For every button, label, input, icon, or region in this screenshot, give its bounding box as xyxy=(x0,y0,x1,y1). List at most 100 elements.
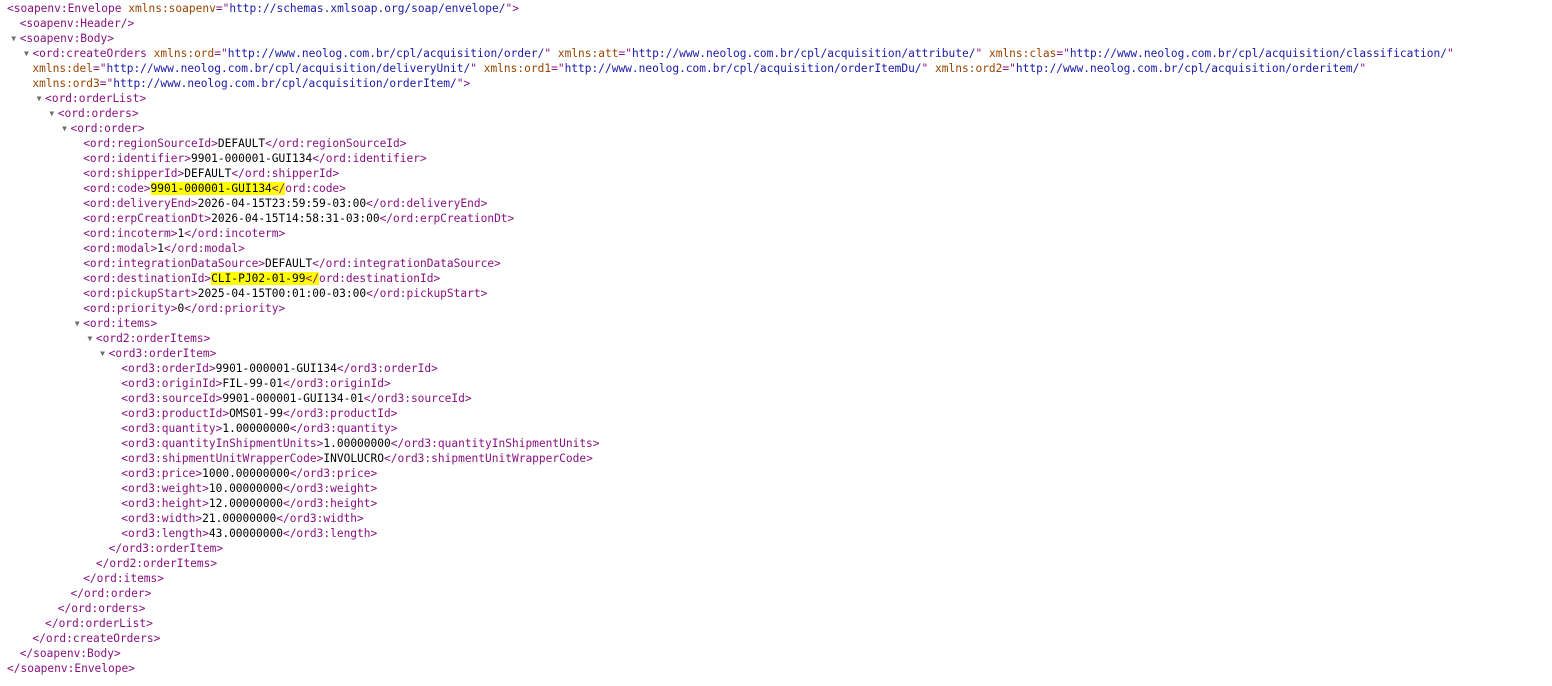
xml-attribute-name: xmlns:clas xyxy=(988,47,1057,60)
xml-tag: <ord3:orderItem> xyxy=(108,347,217,360)
xml-tag: </ord3:quantity> xyxy=(289,422,398,435)
xml-tag: <ord:code> xyxy=(83,182,151,195)
xml-tag: =" xyxy=(93,62,107,75)
xml-line-content: <ord:orders> xyxy=(58,106,139,121)
xml-line-content: <soapenv:Header/> xyxy=(20,16,135,31)
xml-tag: <ord:priority> xyxy=(83,302,178,315)
xml-attribute-value: http://schemas.xmlsoap.org/soap/envelope… xyxy=(229,2,506,15)
xml-tag: " xyxy=(470,62,477,75)
xml-tag: <ord:order> xyxy=(70,122,145,135)
xml-line[interactable]: ▼ <ord:createOrders xmlns:ord="http://www… xyxy=(0,46,1552,61)
xml-attribute-name: xmlns:ord2 xyxy=(935,62,1003,75)
xml-attribute-value: http://www.neolog.com.br/cpl/acquisition… xyxy=(1069,47,1447,60)
xml-line-content: <ord3:orderItem> xyxy=(109,346,217,361)
xml-text-value: 9901-000001-GUI134 xyxy=(215,362,337,375)
triangle-down-icon[interactable]: ▼ xyxy=(21,46,31,61)
xml-tag: </ord:integrationDataSource> xyxy=(312,257,501,270)
triangle-down-icon[interactable]: ▼ xyxy=(85,331,95,346)
xml-tag: <ord2:orderItems> xyxy=(95,332,211,345)
xml-line-content: <ord3:sourceId>9901-000001-GUI134-01</or… xyxy=(121,391,471,406)
xml-line: xmlns:ord3="http://www.neolog.com.br/cpl… xyxy=(0,76,1552,91)
xml-line: <ord:regionSourceId>DEFAULT</ord:regionS… xyxy=(0,136,1552,151)
xml-line-content: <ord:incoterm>1</ord:incoterm> xyxy=(83,226,285,241)
xml-line: <ord:priority>0</ord:priority> xyxy=(0,301,1552,316)
xml-line-content: <ord:orderList> xyxy=(45,91,146,106)
xml-tag: </ord2:orderItems> xyxy=(95,557,218,570)
xml-line[interactable]: ▼ <soapenv:Body> xyxy=(0,31,1552,46)
xml-line-content: </ord:items> xyxy=(83,571,164,586)
highlighted-xml-text-value: 9901-000001-GUI134 xyxy=(150,182,272,195)
xml-line[interactable]: ▼ <ord3:orderItem> xyxy=(0,346,1552,361)
xml-tag: <ord:orderList> xyxy=(45,92,147,105)
xml-text-value: DEFAULT xyxy=(184,167,232,180)
xml-tag: =" xyxy=(215,2,230,15)
xml-line-content: </soapenv:Body> xyxy=(20,646,121,661)
xml-tag: =" xyxy=(99,77,114,90)
highlighted-xml-tag: </ xyxy=(305,272,319,285)
xml-line: <ord:erpCreationDt>2026-04-15T14:58:31-0… xyxy=(0,211,1552,226)
triangle-down-icon[interactable]: ▼ xyxy=(60,121,70,136)
xml-attribute-value: http://www.neolog.com.br/cpl/acquisition… xyxy=(106,62,471,75)
xml-tag: <ord3:price> xyxy=(121,467,203,480)
xml-line[interactable]: ▼ <ord2:orderItems> xyxy=(0,331,1552,346)
xml-line-content: <soapenv:Envelope xmlns:soapenv="http://… xyxy=(7,1,519,16)
xml-line-content: xmlns:ord3="http://www.neolog.com.br/cpl… xyxy=(32,76,470,91)
xml-line[interactable]: ▼ <ord:orders> xyxy=(0,106,1552,121)
xml-line-content: <ord:integrationDataSource>DEFAULT</ord:… xyxy=(83,256,501,271)
xml-tag: <ord:identifier> xyxy=(83,152,191,165)
xml-line: </soapenv:Body> xyxy=(0,646,1552,661)
xml-text-value: FIL-99-01 xyxy=(222,377,283,390)
triangle-down-icon[interactable]: ▼ xyxy=(72,316,82,331)
xml-line[interactable]: ▼ <ord:orderList> xyxy=(0,91,1552,106)
xml-line-content: </ord3:orderItem> xyxy=(109,541,224,556)
xml-text-value: 21.00000000 xyxy=(202,512,277,525)
xml-tag: </ord:shipperId> xyxy=(231,167,340,180)
xml-tag: </ord3:orderId> xyxy=(336,362,438,375)
xml-text-value: 12.00000000 xyxy=(208,497,283,510)
xml-tag: <ord:createOrders xyxy=(32,47,147,60)
xml-line: <soapenv:Envelope xmlns:soapenv="http://… xyxy=(0,1,1552,16)
xml-text-value xyxy=(477,62,484,75)
xml-text-value: 9901-000001-GUI134 xyxy=(190,152,313,165)
xml-tag: <ord3:shipmentUnitWrapperCode> xyxy=(121,452,324,465)
xml-tag: </ord:items> xyxy=(83,572,165,585)
xml-line: <ord:destinationId>CLI-PJ02-01-99</ord:d… xyxy=(0,271,1552,286)
xml-line: <ord3:orderId>9901-000001-GUI134</ord3:o… xyxy=(0,361,1552,376)
xml-line-content: <ord:deliveryEnd>2026-04-15T23:59:59-03:… xyxy=(83,196,487,211)
xml-line-content: <ord3:width>21.00000000</ord3:width> xyxy=(121,511,363,526)
xml-line: <ord:shipperId>DEFAULT</ord:shipperId> xyxy=(0,166,1552,181)
xml-line[interactable]: ▼ <ord:order> xyxy=(0,121,1552,136)
xml-text-value: 43.00000000 xyxy=(208,527,283,540)
xml-attribute-value: http://www.neolog.com.br/cpl/acquisition… xyxy=(1015,62,1360,75)
xml-tag: <ord3:height> xyxy=(121,497,209,510)
triangle-down-icon[interactable]: ▼ xyxy=(34,91,44,106)
xml-tag: =" xyxy=(551,62,565,75)
xml-line: <ord3:quantity>1.00000000</ord3:quantity… xyxy=(0,421,1552,436)
xml-line: <ord3:length>43.00000000</ord3:length> xyxy=(0,526,1552,541)
triangle-down-icon[interactable]: ▼ xyxy=(98,346,108,361)
xml-tag: </ord:regionSourceId> xyxy=(265,137,407,150)
xml-tag: <soapenv:Header/> xyxy=(19,17,135,30)
xml-line-content: </soapenv:Envelope> xyxy=(7,661,135,676)
xml-tag: <ord:modal> xyxy=(83,242,158,255)
xml-tag: </ord3:originId> xyxy=(282,377,391,390)
xml-text-value: 1000.00000000 xyxy=(202,467,290,480)
xml-line-content: <ord3:price>1000.00000000</ord3:price> xyxy=(121,466,377,481)
xml-line[interactable]: ▼ <ord:items> xyxy=(0,316,1552,331)
xml-tag: =" xyxy=(618,47,632,60)
xml-text-value xyxy=(982,47,989,60)
triangle-down-icon[interactable]: ▼ xyxy=(9,31,19,46)
xml-line-content: </ord:orderList> xyxy=(45,616,153,631)
xml-tag: </ord:priority> xyxy=(184,302,286,315)
xml-document-tree: <soapenv:Envelope xmlns:soapenv="http://… xyxy=(0,1,1552,676)
xml-line: </ord:orderList> xyxy=(0,616,1552,631)
xml-line-content: <ord3:orderId>9901-000001-GUI134</ord3:o… xyxy=(121,361,438,376)
xml-attribute-value: http://www.neolog.com.br/cpl/acquisition… xyxy=(564,62,922,75)
xml-tag: <ord:orders> xyxy=(57,107,139,120)
xml-text-value: 2025-04-15T00:01:00-03:00 xyxy=(197,287,367,300)
xml-tag: </ord:deliveryEnd> xyxy=(366,197,488,210)
xml-line-content: <ord:code>9901-000001-GUI134</ord:code> xyxy=(83,181,346,196)
xml-tag: </ord:erpCreationDt> xyxy=(379,212,515,225)
xml-tag: =" xyxy=(1056,47,1070,60)
triangle-down-icon[interactable]: ▼ xyxy=(47,106,57,121)
